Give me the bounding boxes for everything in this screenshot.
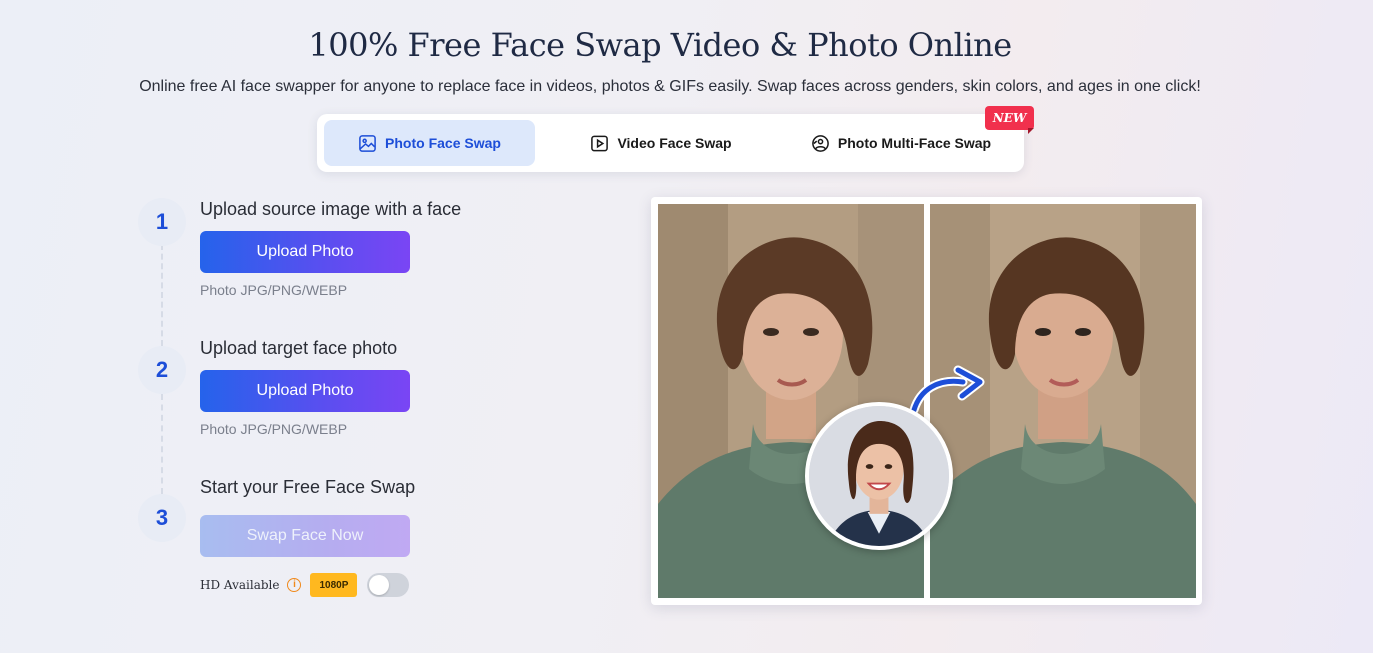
upload-source-photo-button[interactable]: Upload Photo xyxy=(200,231,410,273)
step-number-1: 1 xyxy=(138,198,186,246)
hd-label: HD Available xyxy=(200,578,280,592)
tab-photo-multi-face-swap[interactable]: Photo Multi-Face Swap xyxy=(785,120,1017,166)
step-number-2: 2 xyxy=(138,346,186,394)
page-title: 100% Free Face Swap Video & Photo Online xyxy=(308,26,1012,64)
resolution-badge: 1080P xyxy=(310,573,358,597)
tab-label: Photo Face Swap xyxy=(385,135,501,151)
step-hint-2: Photo JPG/PNG/WEBP xyxy=(200,421,348,437)
step-hint-1: Photo JPG/PNG/WEBP xyxy=(200,282,348,298)
toggle-knob xyxy=(369,575,390,595)
tab-label: Photo Multi-Face Swap xyxy=(837,135,992,151)
new-badge-label: NEW xyxy=(985,106,1034,130)
upload-target-photo-button[interactable]: Upload Photo xyxy=(200,370,410,412)
step-title-2: Upload target face photo xyxy=(200,338,398,358)
image-icon xyxy=(359,134,376,152)
page-subtitle: Online free AI face swapper for anyone t… xyxy=(139,78,1201,95)
step-connector xyxy=(161,244,163,346)
mode-tabs: Photo Face Swap Video Face Swap Photo Mu… xyxy=(317,114,1024,172)
tab-video-face-swap[interactable]: Video Face Swap xyxy=(547,120,775,166)
hd-toggle[interactable] xyxy=(367,573,410,597)
new-badge-fold xyxy=(1028,128,1034,134)
new-badge: NEW xyxy=(985,106,1034,134)
play-icon xyxy=(591,135,609,151)
face-image-icon xyxy=(812,134,829,152)
step-title-1: Upload source image with a face xyxy=(200,199,462,219)
step-number-3: 3 xyxy=(138,494,186,542)
tab-photo-face-swap[interactable]: Photo Face Swap xyxy=(324,120,535,166)
step-connector xyxy=(161,394,163,494)
step-title-3: Start your Free Face Swap xyxy=(200,477,416,497)
source-face-image xyxy=(805,402,953,550)
tab-label: Video Face Swap xyxy=(617,135,732,151)
hd-option-row: HD Available i 1080P xyxy=(200,572,410,598)
info-icon[interactable]: i xyxy=(287,578,302,592)
smiling-woman-portrait-image xyxy=(809,406,949,546)
swap-face-now-button[interactable]: Swap Face Now xyxy=(200,515,410,557)
swap-arrow-icon xyxy=(909,365,985,414)
